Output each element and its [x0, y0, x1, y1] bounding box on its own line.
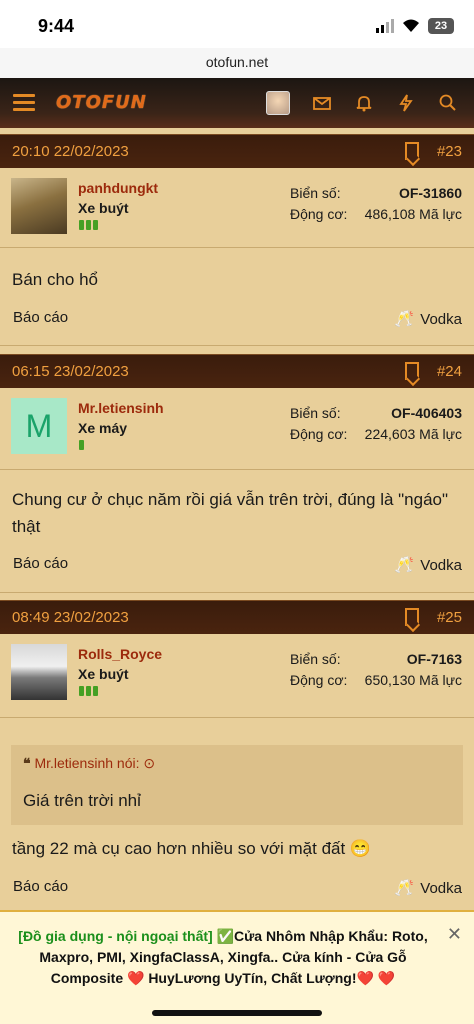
wifi-icon: [403, 19, 419, 32]
arrow-up-circle-icon[interactable]: ⊙: [143, 755, 155, 771]
address-bar[interactable]: otofun.net: [0, 48, 474, 78]
post-message: Chung cư ở chục năm rồi giá vẫn trên trờ…: [12, 490, 449, 536]
post-number[interactable]: #25: [437, 609, 462, 626]
quote-author: Mr.letiensinh nói:: [34, 755, 140, 771]
reaction-button[interactable]: 🥂 Vodka: [394, 555, 462, 575]
search-icon[interactable]: [438, 93, 458, 113]
poster-username[interactable]: Mr.letiensinh: [78, 400, 164, 416]
bookmark-icon[interactable]: [405, 142, 419, 160]
plate-value: OF-31860: [398, 185, 462, 201]
rank-bars: [79, 220, 98, 230]
poster-avatar[interactable]: [11, 644, 67, 700]
rank-bars: [79, 686, 98, 696]
status-bar: 9:44 23: [0, 0, 474, 48]
post-header: 20:10 22/02/2023 #23: [0, 134, 474, 168]
close-icon[interactable]: ✕: [447, 924, 462, 945]
plate-value: OF-7163: [406, 651, 462, 667]
ad-category: [Đồ gia dụng - nội ngoại thất]: [18, 928, 213, 944]
quote-text: Giá trên trời nhỉ: [23, 791, 141, 810]
post-number[interactable]: #24: [437, 363, 462, 380]
mail-icon[interactable]: [312, 93, 332, 113]
quote-mark-icon: ❝: [23, 755, 31, 771]
report-link[interactable]: Báo cáo: [13, 555, 68, 572]
user-card: panhdungkt Xe buýt Biển số: OF-31860 Độn…: [0, 178, 474, 250]
menu-icon[interactable]: [13, 94, 35, 112]
reaction-label: Vodka: [420, 310, 462, 328]
post-date[interactable]: 20:10 22/02/2023: [12, 143, 129, 160]
reaction-label: Vodka: [420, 556, 462, 574]
post-date[interactable]: 08:49 23/02/2023: [12, 609, 129, 626]
engine-label: Động cơ:: [290, 426, 348, 442]
cheers-icon: 🥂: [394, 557, 415, 574]
engine-value: 650,130 Mã lực: [364, 672, 462, 688]
engine-label: Động cơ:: [290, 206, 348, 222]
plate-value: OF-406403: [391, 405, 462, 421]
status-icons: 23: [376, 18, 454, 34]
bookmark-icon[interactable]: [405, 362, 419, 380]
poster-username[interactable]: Rolls_Royce: [78, 646, 162, 662]
cellular-signal-icon: [376, 19, 394, 33]
ad-banner[interactable]: [Đồ gia dụng - nội ngoại thất] ✅Cửa Nhôm…: [0, 910, 474, 1024]
plate-label: Biển số:: [290, 185, 341, 201]
divider: [0, 717, 474, 718]
battery-indicator: 23: [428, 18, 454, 34]
rank-bars: [79, 440, 84, 450]
report-link[interactable]: Báo cáo: [13, 878, 68, 895]
post-header: 08:49 23/02/2023 #25: [0, 600, 474, 634]
post-number[interactable]: #23: [437, 143, 462, 160]
post-message: Bán cho hổ: [12, 270, 99, 289]
post-message: tầng 22 mà cụ cao hơn nhiều so với mặt đ…: [12, 839, 372, 858]
ad-text[interactable]: [Đồ gia dụng - nội ngoại thất] ✅Cửa Nhôm…: [10, 926, 436, 989]
plate-label: Biển số:: [290, 651, 341, 667]
engine-label: Động cơ:: [290, 672, 348, 688]
poster-title: Xe buýt: [78, 200, 129, 216]
post-date[interactable]: 06:15 23/02/2023: [12, 363, 129, 380]
engine-value: 486,108 Mã lực: [364, 206, 462, 222]
poster-username[interactable]: panhdungkt: [78, 180, 158, 196]
report-link[interactable]: Báo cáo: [13, 309, 68, 326]
divider: [0, 592, 474, 593]
divider: [0, 345, 474, 346]
poster-title: Xe buýt: [78, 666, 129, 682]
home-indicator: [152, 1010, 322, 1016]
bookmark-icon[interactable]: [405, 608, 419, 626]
site-logo[interactable]: OTOFUN: [56, 92, 147, 113]
engine-value: 224,603 Mã lực: [364, 426, 462, 442]
quote-block: ❝ Mr.letiensinh nói: ⊙ Giá trên trời nhỉ: [11, 745, 463, 825]
bell-icon[interactable]: [354, 93, 374, 113]
user-avatar[interactable]: [266, 91, 290, 115]
divider: [0, 247, 474, 248]
poster-avatar[interactable]: M: [11, 398, 67, 454]
plate-label: Biển số:: [290, 405, 341, 421]
cheers-icon: 🥂: [394, 311, 415, 328]
divider: [0, 469, 474, 470]
user-card: M Mr.letiensinh Xe máy Biển số: OF-40640…: [0, 398, 474, 470]
quote-attribution[interactable]: ❝ Mr.letiensinh nói: ⊙: [23, 755, 155, 772]
reaction-button[interactable]: 🥂 Vodka: [394, 309, 462, 329]
reaction-button[interactable]: 🥂 Vodka: [394, 878, 462, 898]
reaction-label: Vodka: [420, 879, 462, 897]
status-time: 9:44: [38, 16, 75, 36]
cheers-icon: 🥂: [394, 880, 415, 897]
post-header: 06:15 23/02/2023 #24: [0, 354, 474, 388]
poster-avatar[interactable]: [11, 178, 67, 234]
lightning-icon[interactable]: [396, 93, 416, 113]
poster-title: Xe máy: [78, 420, 128, 436]
user-card: Rolls_Royce Xe buýt Biển số: OF-7163 Độn…: [0, 644, 474, 716]
